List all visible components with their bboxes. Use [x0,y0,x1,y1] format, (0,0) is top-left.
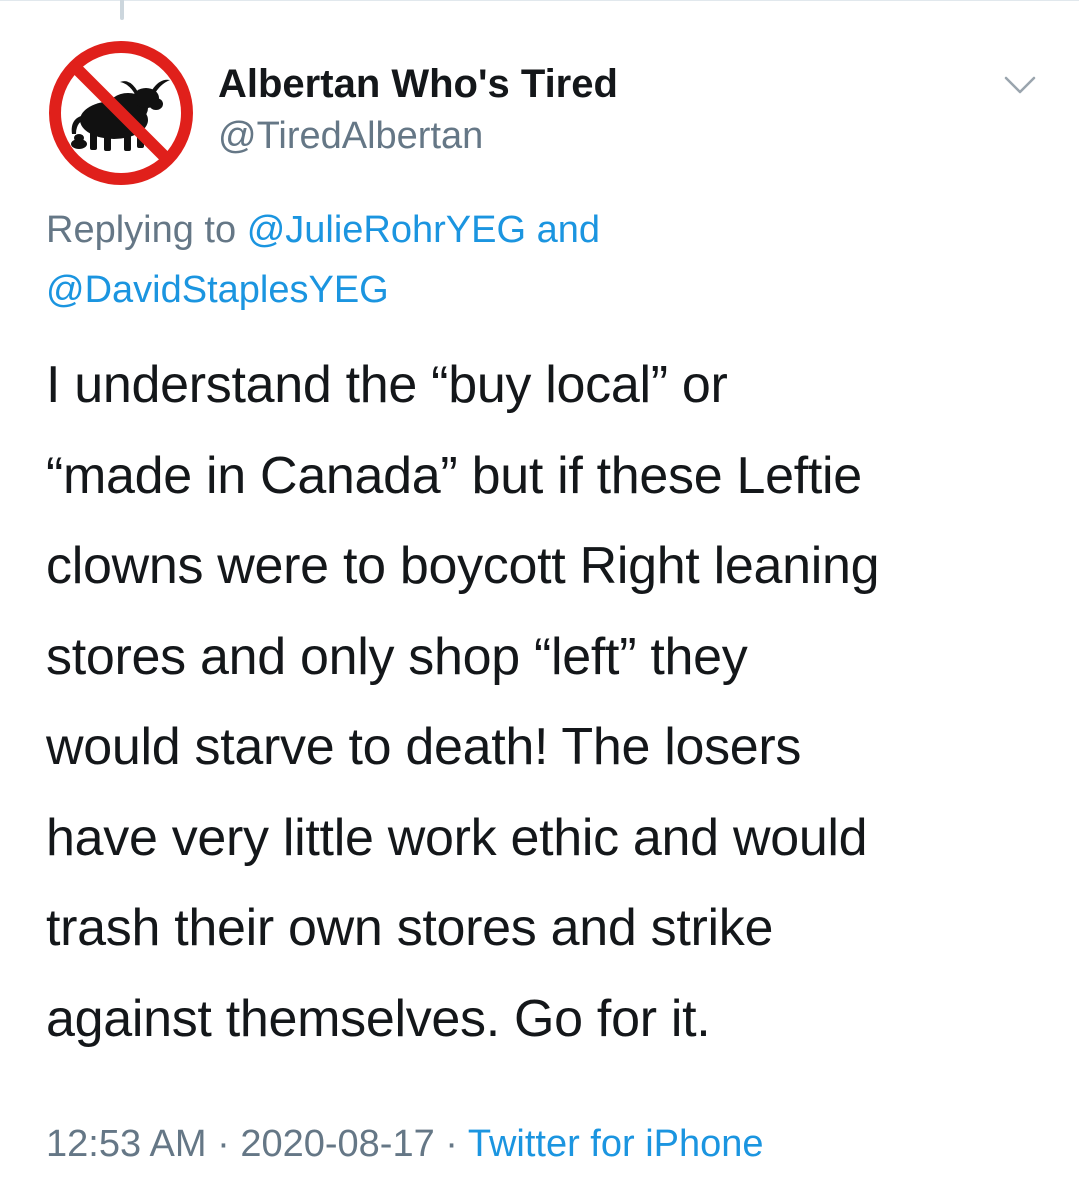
tweet-time[interactable]: 12:53 AM [46,1123,207,1165]
tweet-text-line: clowns were to boycott Right leaning [46,537,880,595]
meta-separator: · [445,1123,458,1165]
tweet-text-line: trash their own stores and strike [46,899,774,957]
meta-separator: · [217,1123,230,1165]
tweet-text-line: “made in Canada” but if these Leftie [46,446,862,505]
tweet-source-link[interactable]: Twitter for iPhone [468,1123,764,1165]
replying-to-label: Replying to [46,209,237,251]
mention-davidstaplesyeg[interactable]: @DavidStaplesYEG [46,269,389,311]
author-display-name[interactable]: Albertan Who's Tired [218,60,618,108]
mention-julierohryeg[interactable]: @JulieRohrYEG [247,209,526,251]
tweet-text-line: against themselves. Go for it. [46,989,711,1048]
tweet-text: I understand the “buy local” or “made in… [46,340,1046,1064]
thread-connector-line [120,0,124,20]
tweet-text-line: I understand the “buy local” or [46,356,728,414]
top-divider [0,0,1079,1]
replying-to: Replying to @JulieRohrYEG and @DavidStap… [46,200,1036,320]
chevron-down-icon [1004,76,1036,94]
tweet-text-line: would starve to death! The losers [46,718,802,776]
tweet-date[interactable]: 2020-08-17 [240,1123,434,1165]
reply-conjunction: and [536,209,600,251]
tweet-menu-button[interactable] [1000,70,1040,100]
tweet-text-line: have very little work ethic and would [46,808,868,867]
no-bull-prohibition-icon [49,41,193,185]
tweet-text-line: stores and only shop “left” they [46,627,748,686]
tweet-metadata: 12:53 AM · 2020-08-17 · Twitter for iPho… [46,1120,764,1168]
author-handle[interactable]: @TiredAlbertan [218,113,483,159]
avatar[interactable] [46,38,196,188]
